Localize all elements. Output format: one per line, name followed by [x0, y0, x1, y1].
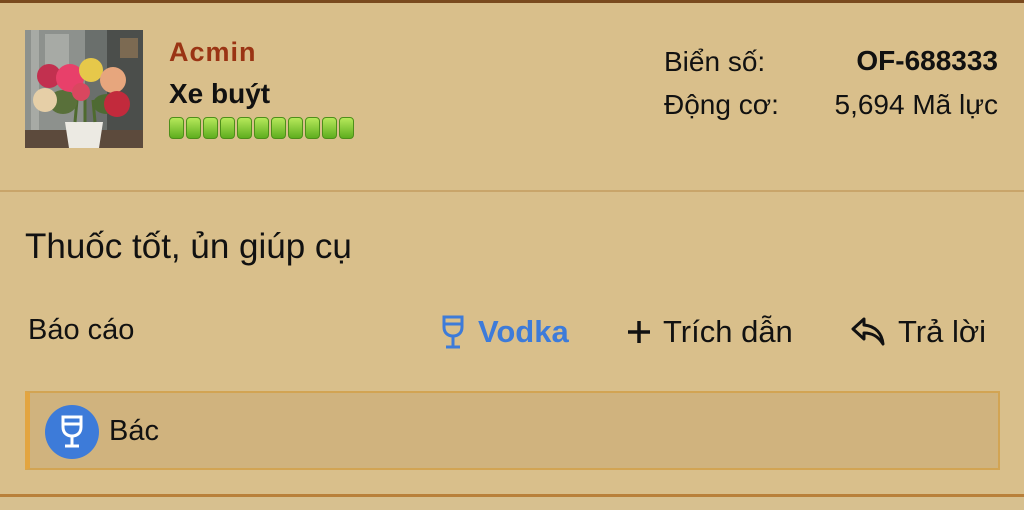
wine-glass-icon [440, 314, 466, 350]
reputation-segment [305, 117, 320, 139]
reputation-segment [186, 117, 201, 139]
reply-button[interactable]: Trả lời [850, 314, 986, 350]
engine-value: 5,694 Mã lực [834, 89, 999, 120]
plate-label: Biển số: [664, 46, 766, 77]
wine-glass-icon [45, 405, 99, 459]
header-divider [0, 190, 1024, 192]
plate-value: OF-688333 [856, 45, 998, 76]
reply-label: Trả lời [898, 314, 987, 349]
vodka-label: Vodka [478, 314, 569, 349]
avatar[interactable] [25, 30, 143, 148]
post-message: Thuốc tốt, ủn giúp cụ [25, 227, 352, 266]
reputation-segment [203, 117, 218, 139]
reputation-segment [254, 117, 269, 139]
reputation-segment [169, 117, 184, 139]
user-title: Xe buýt [169, 78, 271, 109]
reputation-segment [271, 117, 286, 139]
quote-button[interactable]: Trích dẫn [627, 314, 793, 350]
reputation-segment [339, 117, 354, 139]
reaction-bar[interactable] [25, 391, 1000, 470]
reaction-user[interactable]: Bác [109, 415, 159, 448]
vodka-button[interactable]: Vodka [440, 314, 569, 350]
reputation-segment [322, 117, 337, 139]
reputation-segment [220, 117, 235, 139]
quote-label: Trích dẫn [663, 314, 793, 349]
top-border [0, 0, 1024, 3]
username[interactable]: Acmin [169, 37, 257, 68]
reply-arrow-icon [850, 316, 886, 348]
report-link[interactable]: Báo cáo [28, 314, 134, 347]
reputation-segment [237, 117, 252, 139]
plus-icon [627, 320, 651, 344]
engine-label: Động cơ: [664, 89, 779, 120]
next-post-strip [0, 497, 1024, 510]
reputation-bar [169, 117, 354, 139]
reputation-segment [288, 117, 303, 139]
